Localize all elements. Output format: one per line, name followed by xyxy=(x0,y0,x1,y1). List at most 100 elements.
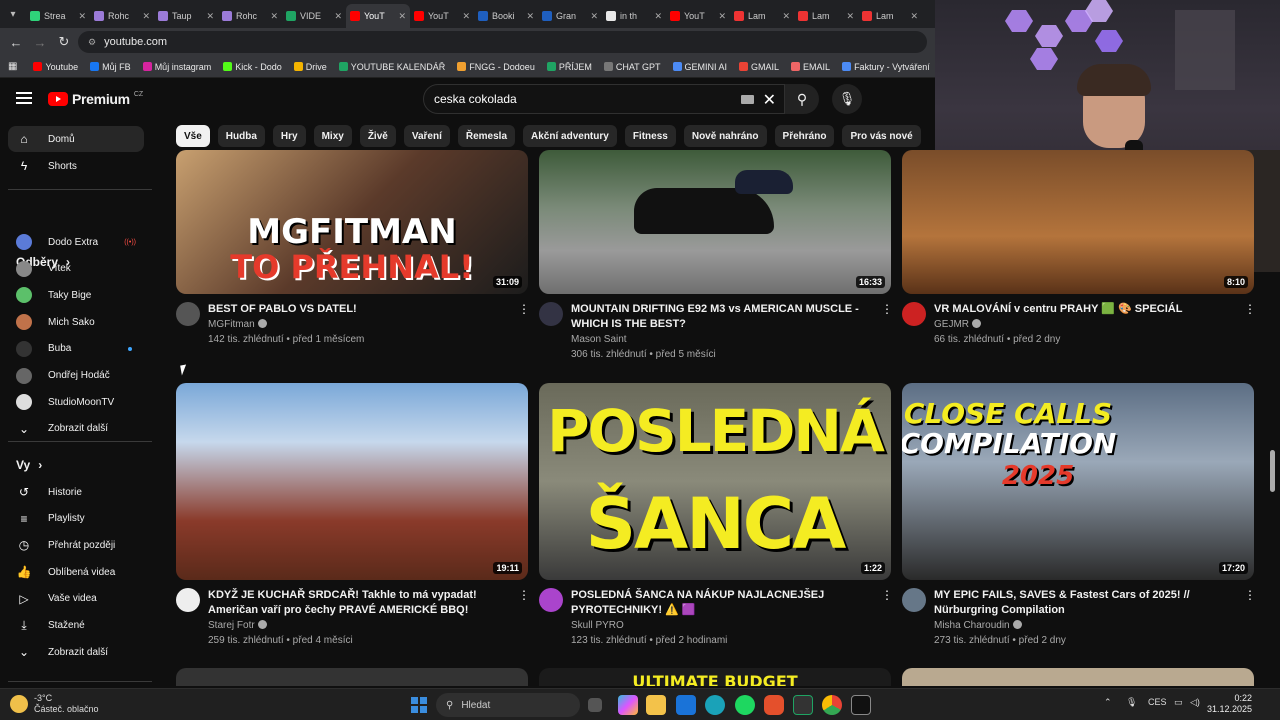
edge-icon[interactable] xyxy=(705,695,725,715)
tray-chevron-icon[interactable]: ⌃ xyxy=(1104,697,1112,708)
filter-chip[interactable]: Hudba xyxy=(217,125,265,147)
sidebar-item[interactable]: ⤓ Stažené xyxy=(8,613,144,639)
subscription-item[interactable]: StudioMoonTV xyxy=(8,389,144,415)
browser-tab[interactable]: YouT ✕ xyxy=(666,4,730,28)
partial-thumbnail[interactable]: ULTIMATE BUDGET xyxy=(539,668,891,686)
language-indicator[interactable]: CES xyxy=(1148,697,1167,707)
epic-games-icon[interactable] xyxy=(851,695,871,715)
outlook-icon[interactable] xyxy=(676,695,696,715)
subscription-item[interactable]: Taky Bige xyxy=(8,282,144,308)
filter-chip[interactable]: Fitness xyxy=(624,125,676,147)
video-card[interactable]: MGFITMAN TO PŘEHNAL! 31:09 BEST OF PABLO VS… xyxy=(176,150,530,362)
sidebar-item[interactable]: ◷ Přehrát později xyxy=(8,532,144,558)
video-thumbnail[interactable]: POSLEDNÁ ŠANCA 1:22 xyxy=(539,383,891,580)
terminal-icon[interactable] xyxy=(793,695,813,715)
bookmark[interactable]: Faktury - Vytváření xyxy=(842,62,930,72)
channel-avatar[interactable] xyxy=(176,588,200,612)
browser-tab[interactable]: in th ✕ xyxy=(602,4,666,28)
channel-name[interactable]: Starej Fotr xyxy=(208,618,267,633)
clear-search-icon[interactable]: ✕ xyxy=(763,90,776,110)
close-tab-icon[interactable]: ✕ xyxy=(270,11,278,22)
show-more-subscriptions[interactable]: ⌄ Zobrazit další xyxy=(8,416,144,442)
video-thumbnail[interactable]: 16:33 xyxy=(539,150,891,294)
search-input[interactable]: ceska cokolada ✕ xyxy=(423,84,785,114)
bookmark[interactable]: Kick - Dodo xyxy=(223,62,282,72)
subscription-item[interactable]: Dodo Extra ((•)) xyxy=(8,229,144,255)
close-tab-icon[interactable]: ✕ xyxy=(718,11,726,22)
browser-tab[interactable]: Gran ✕ xyxy=(538,4,602,28)
bookmark[interactable]: PŘÍJEM xyxy=(546,62,592,72)
video-thumbnail[interactable]: CLOSE CALLS COMPILATION 2025 17:20 xyxy=(902,383,1254,580)
browser-tab[interactable]: Rohc ✕ xyxy=(218,4,282,28)
filter-chip[interactable]: Akční adventury xyxy=(523,125,617,147)
browser-tab[interactable]: Taup ✕ xyxy=(154,4,218,28)
microphone-tray-icon[interactable]: 🎙 xyxy=(1126,697,1137,708)
you-heading[interactable]: Vy › xyxy=(16,458,42,472)
bookmark[interactable]: GEMINI AI xyxy=(672,62,727,72)
reload-button[interactable]: ↻ xyxy=(54,32,74,52)
close-tab-icon[interactable]: ✕ xyxy=(78,11,86,22)
bookmark[interactable]: Drive xyxy=(293,62,327,72)
sidebar-item[interactable]: 👍 Oblíbená videa xyxy=(8,559,144,585)
forward-button[interactable]: → xyxy=(30,32,50,52)
video-card[interactable]: 8:10 VR MALOVÁNÍ v centru PRAHY 🟩 🎨 SPECI… xyxy=(902,150,1256,362)
browser-tab[interactable]: YouT ✕ xyxy=(346,4,410,28)
more-actions-icon[interactable]: ⋮ xyxy=(518,302,530,316)
partial-thumbnail[interactable] xyxy=(902,668,1254,686)
copilot-icon[interactable] xyxy=(618,695,638,715)
channel-name[interactable]: Misha Charoudin xyxy=(934,618,1022,633)
video-card[interactable]: 16:33 MOUNTAIN DRIFTING E92 M3 vs AMERICA… xyxy=(539,150,893,362)
channel-avatar[interactable] xyxy=(902,588,926,612)
browser-tab[interactable]: Strea ✕ xyxy=(26,4,90,28)
scrollbar-thumb[interactable] xyxy=(1270,450,1275,492)
youtube-logo[interactable]: Premium CZ xyxy=(48,91,143,107)
channel-avatar[interactable] xyxy=(902,302,926,326)
start-button[interactable] xyxy=(411,697,427,713)
sidebar-item[interactable]: ⌄ Zobrazit další xyxy=(8,639,144,665)
brave-icon[interactable] xyxy=(764,695,784,715)
task-view-icon[interactable] xyxy=(588,698,602,712)
chrome-icon[interactable] xyxy=(822,695,842,715)
clock[interactable]: 0:22 31.12.2025 xyxy=(1206,693,1252,715)
close-tab-icon[interactable]: ✕ xyxy=(142,11,150,22)
close-tab-icon[interactable]: ✕ xyxy=(334,11,342,22)
browser-tab[interactable]: Booki ✕ xyxy=(474,4,538,28)
subscription-item[interactable]: Mich Sako xyxy=(8,309,144,335)
video-thumbnail[interactable]: 8:10 xyxy=(902,150,1254,294)
channel-name[interactable]: GEJMR xyxy=(934,317,981,332)
sidebar-item[interactable]: ↺ Historie xyxy=(8,479,144,505)
video-thumbnail[interactable]: 19:11 xyxy=(176,383,528,580)
channel-avatar[interactable] xyxy=(176,302,200,326)
bookmark[interactable]: YOUTUBE KALENDÁŘ xyxy=(338,62,445,72)
filter-chip[interactable]: Vaření xyxy=(403,125,450,147)
filter-chip[interactable]: Hry xyxy=(272,125,306,147)
channel-name[interactable]: Mason Saint xyxy=(571,332,627,347)
bookmark[interactable]: EMAIL xyxy=(791,62,830,72)
close-tab-icon[interactable]: ✕ xyxy=(654,11,662,22)
close-tab-icon[interactable]: ✕ xyxy=(910,11,918,22)
browser-tab[interactable]: YouT ✕ xyxy=(410,4,474,28)
channel-avatar[interactable] xyxy=(539,588,563,612)
filter-chip[interactable]: Mixy xyxy=(313,125,352,147)
browser-tab[interactable]: VIDE ✕ xyxy=(282,4,346,28)
close-tab-icon[interactable]: ✕ xyxy=(782,11,790,22)
bookmark[interactable]: GMAIL xyxy=(739,62,779,72)
url-field[interactable]: ⚙ youtube.com xyxy=(78,31,927,53)
subscription-item[interactable]: Vítek xyxy=(8,256,144,282)
sidebar-item[interactable]: ⌂ Domů xyxy=(8,126,144,152)
close-tab-icon[interactable]: ✕ xyxy=(398,11,406,22)
file-explorer-icon[interactable] xyxy=(646,695,666,715)
bookmark[interactable]: CHAT GPT xyxy=(603,62,661,72)
close-tab-icon[interactable]: ✕ xyxy=(846,11,854,22)
browser-tab[interactable]: Lam ✕ xyxy=(794,4,858,28)
network-icon[interactable]: ▭ xyxy=(1174,697,1183,708)
site-info-icon[interactable]: ⚙ xyxy=(88,37,96,48)
video-title[interactable]: POSLEDNÁ ŠANCA NA NÁKUP NAJLACNEJŠEJ PYR… xyxy=(571,588,871,618)
video-thumbnail[interactable]: MGFITMAN TO PŘEHNAL! 31:09 xyxy=(176,150,528,294)
bookmark[interactable]: Můj FB xyxy=(90,62,131,72)
search-button[interactable]: ⚲ xyxy=(785,84,819,114)
filter-chip[interactable]: Vše xyxy=(176,125,210,147)
browser-tab[interactable]: Rohc ✕ xyxy=(90,4,154,28)
tab-search-menu[interactable]: ▾ xyxy=(0,0,26,28)
video-card[interactable]: CLOSE CALLS COMPILATION 2025 17:20 MY EPIC F… xyxy=(902,383,1256,648)
